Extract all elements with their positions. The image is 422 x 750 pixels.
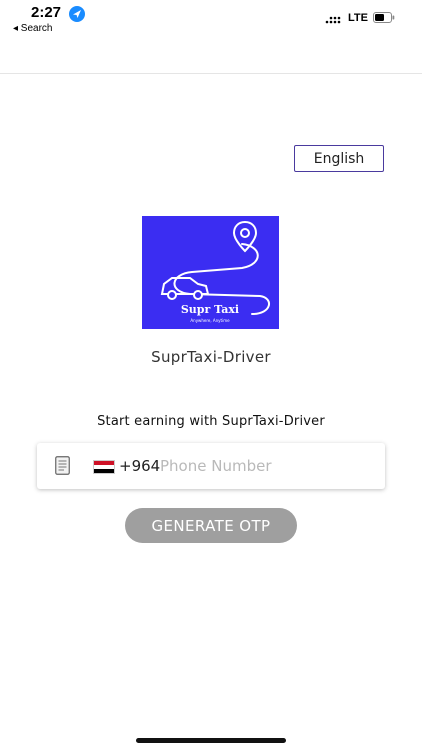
generate-otp-button[interactable]: GENERATE OTP — [125, 508, 297, 543]
back-to-search-link[interactable]: ◂ Search — [13, 23, 52, 34]
signal-icon — [325, 16, 341, 24]
phone-number-input[interactable] — [160, 453, 370, 479]
location-arrow-icon — [69, 6, 85, 22]
home-indicator[interactable] — [136, 738, 286, 743]
header-divider — [0, 73, 422, 74]
taxi-car-icon — [160, 277, 210, 300]
app-name: SuprTaxi-Driver — [151, 348, 271, 366]
language-select-button[interactable]: English — [294, 145, 384, 172]
country-flag-icon[interactable] — [93, 460, 115, 474]
phone-input-card: +964 — [37, 443, 385, 489]
network-type-label: LTE — [348, 12, 368, 24]
app-logo: Supr Taxi Anywhere, Anytime — [142, 216, 279, 329]
tagline: Start earning with SuprTaxi-Driver — [97, 414, 325, 429]
document-icon — [55, 456, 70, 475]
logo-subtitle: Anywhere, Anytime — [190, 318, 230, 323]
logo-title: Supr Taxi — [181, 303, 239, 316]
battery-icon — [373, 12, 395, 23]
status-time: 2:27 — [31, 4, 62, 21]
country-code[interactable]: +964 — [119, 457, 160, 475]
